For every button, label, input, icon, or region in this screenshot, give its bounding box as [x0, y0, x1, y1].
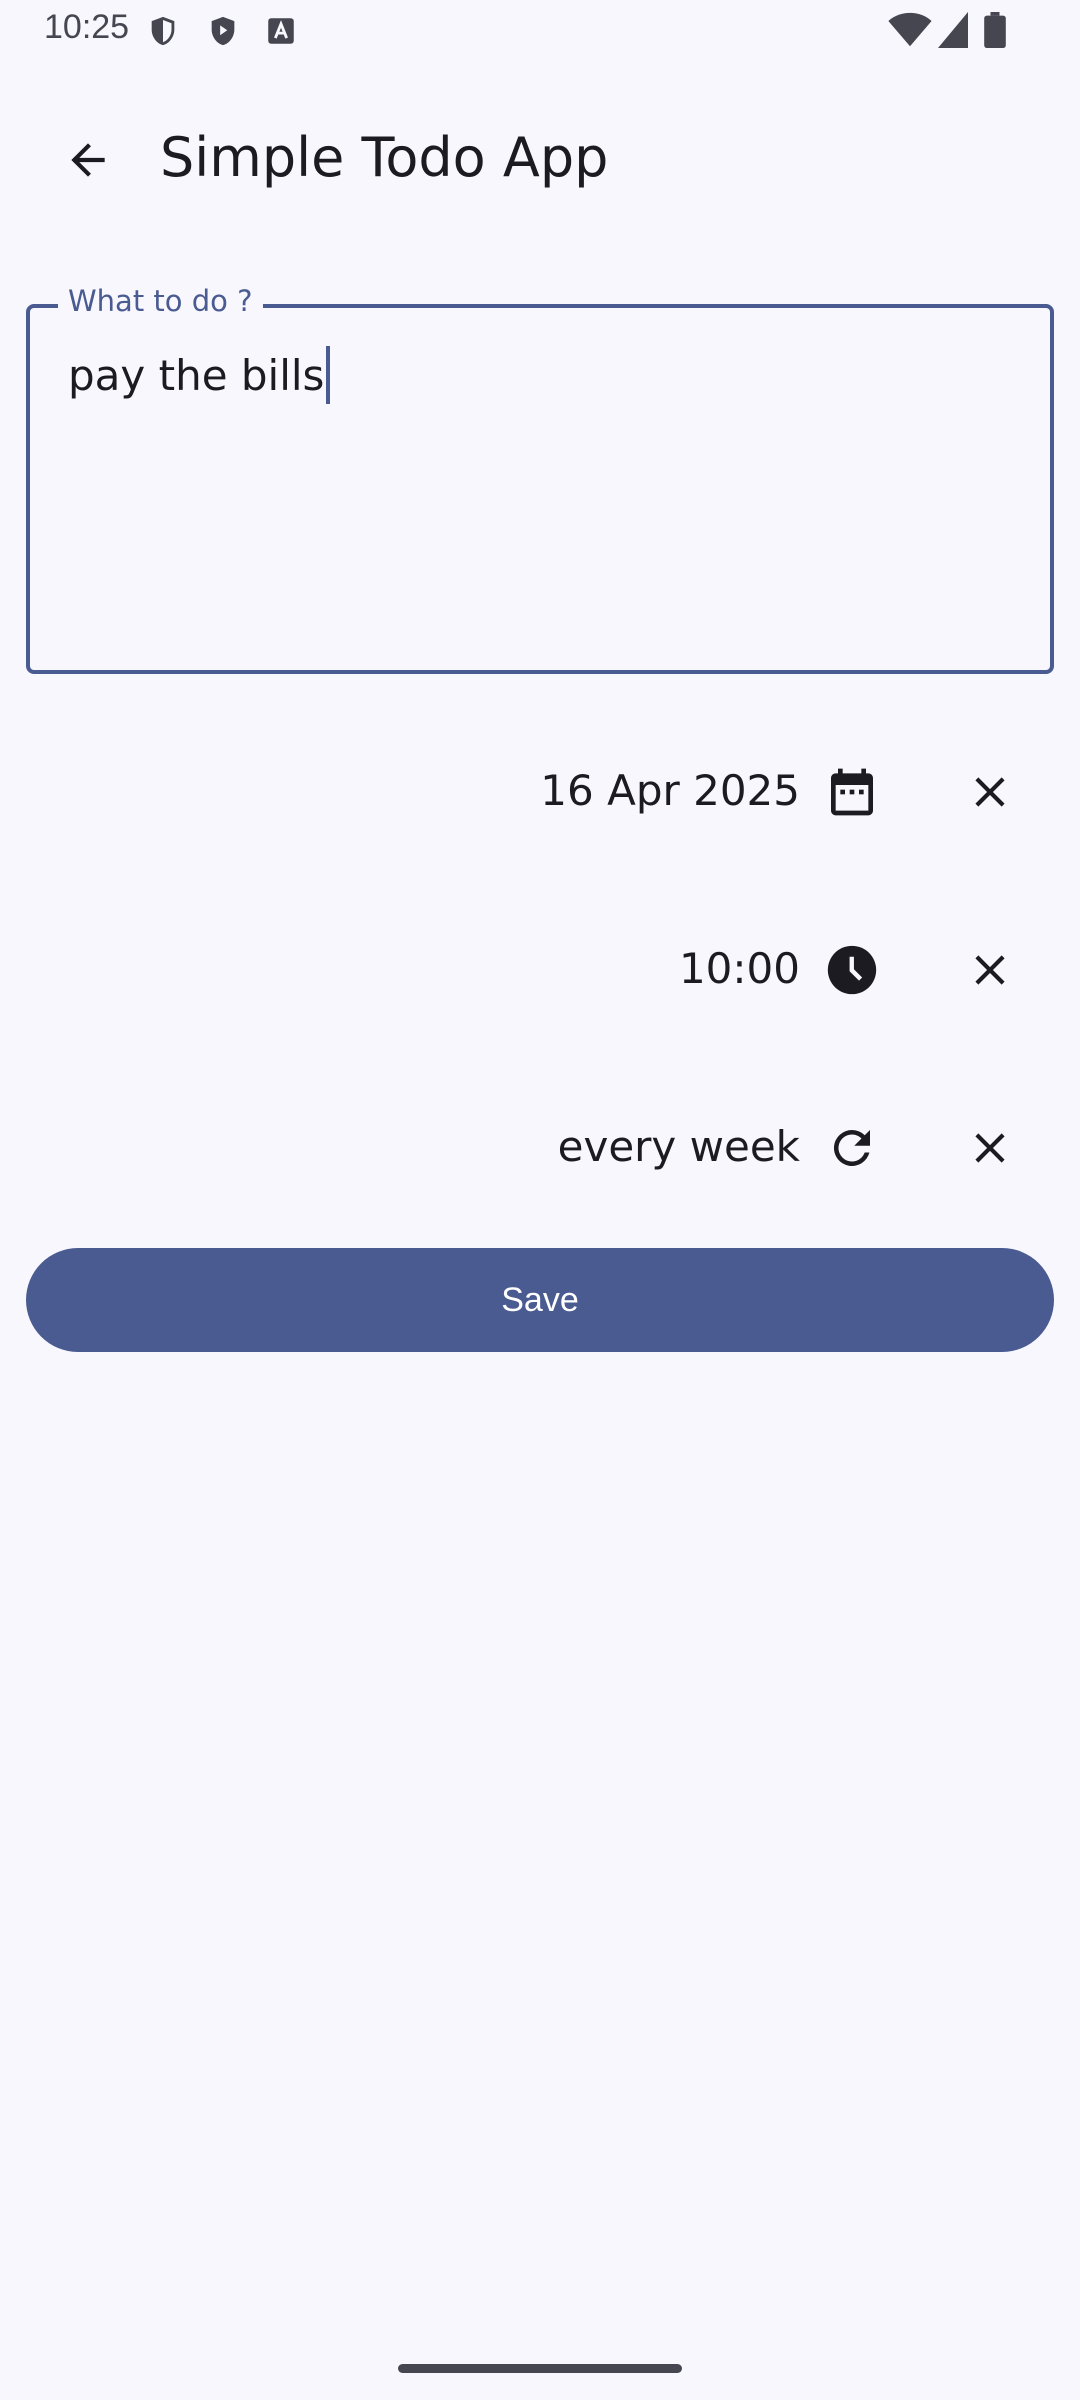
- todo-edit-screen: 10:25 Simple Todo App What to do ? pay t…: [0, 0, 1080, 2400]
- cellular-signal-icon: [938, 12, 968, 48]
- play-shield-icon: [206, 14, 240, 48]
- todo-input-text: pay the bills: [68, 350, 325, 400]
- time-picker-button[interactable]: [816, 934, 888, 1006]
- repeat-row: every week: [0, 1098, 1080, 1198]
- status-time: 10:25: [44, 8, 130, 46]
- close-icon: [975, 955, 1005, 985]
- home-indicator[interactable]: [398, 2364, 682, 2373]
- repeat-picker-button[interactable]: [816, 1112, 888, 1184]
- text-cursor: [326, 346, 331, 404]
- date-row: 16 Apr 2025: [0, 742, 1080, 842]
- todo-field-label: What to do ?: [58, 284, 263, 318]
- clock-icon: [827, 945, 877, 995]
- clear-repeat-button[interactable]: [954, 1112, 1026, 1184]
- time-value[interactable]: 10:00: [679, 944, 800, 993]
- close-icon: [975, 777, 1005, 807]
- todo-input-value[interactable]: pay the bills: [68, 346, 331, 404]
- app-bar: Simple Todo App: [0, 100, 1080, 220]
- close-icon: [975, 1133, 1005, 1163]
- repeat-value[interactable]: every week: [558, 1122, 800, 1171]
- date-value[interactable]: 16 Apr 2025: [540, 766, 800, 815]
- todo-text-field[interactable]: What to do ? pay the bills: [26, 284, 1054, 674]
- status-bar: 10:25: [0, 0, 1080, 64]
- time-row: 10:00: [0, 920, 1080, 1020]
- text-a-icon: [264, 14, 298, 48]
- shield-outline-icon: [146, 14, 180, 48]
- arrow-back-icon: [71, 143, 105, 177]
- back-button[interactable]: [48, 120, 128, 200]
- clear-time-button[interactable]: [954, 934, 1026, 1006]
- wifi-icon: [888, 12, 932, 48]
- page-title: Simple Todo App: [160, 126, 609, 189]
- date-picker-button[interactable]: [816, 756, 888, 828]
- clear-date-button[interactable]: [954, 756, 1026, 828]
- battery-icon: [984, 12, 1006, 49]
- refresh-icon: [833, 1130, 870, 1166]
- save-button[interactable]: Save: [26, 1248, 1054, 1352]
- calendar-icon: [831, 768, 873, 816]
